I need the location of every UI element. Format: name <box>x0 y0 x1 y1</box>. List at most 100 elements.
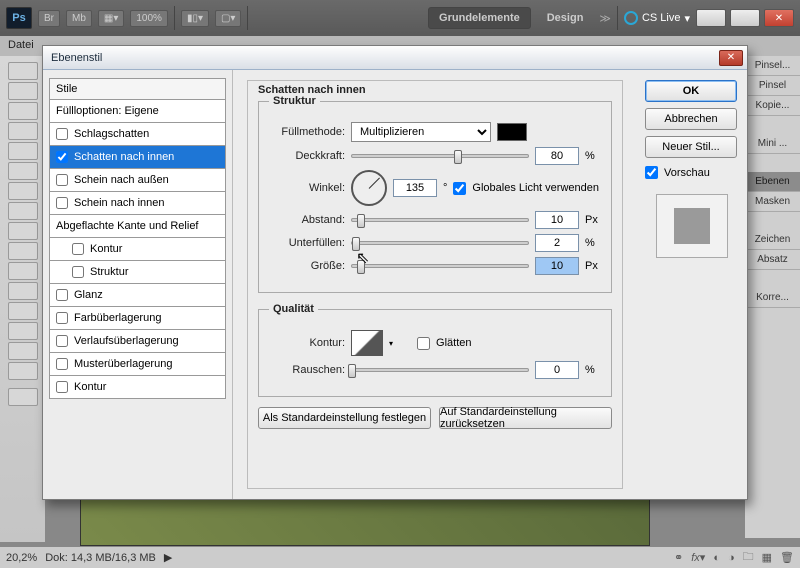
menu-datei[interactable]: Datei <box>8 39 34 51</box>
new-style-button[interactable]: Neuer Stil... <box>645 136 737 158</box>
style-outer-glow[interactable]: Schein nach außen <box>49 169 226 192</box>
panel-layers[interactable]: Ebenen <box>745 172 800 192</box>
cancel-button[interactable]: Abbrechen <box>645 108 737 130</box>
distance-slider[interactable] <box>351 218 529 222</box>
fx-icon[interactable]: fx▾ <box>691 551 705 564</box>
angle-wheel[interactable] <box>351 170 387 206</box>
contour-picker[interactable] <box>351 330 383 356</box>
panel-character[interactable]: Zeichen <box>745 230 800 250</box>
style-drop-shadow[interactable]: Schlagschatten <box>49 123 226 146</box>
panel-adjustments[interactable]: Korre... <box>745 288 800 308</box>
eyedropper-tool[interactable] <box>8 162 38 180</box>
wand-tool[interactable] <box>8 122 38 140</box>
pen-tool[interactable] <box>8 342 38 360</box>
style-color-overlay[interactable]: Farbüberlagerung <box>49 307 226 330</box>
ok-button[interactable]: OK <box>645 80 737 102</box>
checkbox[interactable] <box>72 243 84 255</box>
style-gradient-overlay[interactable]: Verlaufsüberlagerung <box>49 330 226 353</box>
marquee-tool[interactable] <box>8 82 38 100</box>
dodge-tool[interactable] <box>8 322 38 340</box>
checkbox[interactable] <box>56 358 68 370</box>
foreground-background[interactable] <box>8 388 38 406</box>
style-blend-options[interactable]: Füllloptionen: Eigene <box>49 100 226 123</box>
zoom-level[interactable]: 100% <box>130 10 168 27</box>
checkbox[interactable] <box>56 174 68 186</box>
style-inner-glow[interactable]: Schein nach innen <box>49 192 226 215</box>
checkbox[interactable] <box>56 335 68 347</box>
lasso-tool[interactable] <box>8 102 38 120</box>
screen-mode-icon[interactable]: ▢▾ <box>215 10 241 27</box>
styles-header[interactable]: Stile <box>49 78 226 100</box>
canvas[interactable] <box>80 494 650 546</box>
angle-value[interactable] <box>393 179 437 197</box>
checkbox[interactable] <box>56 197 68 209</box>
healing-tool[interactable] <box>8 182 38 200</box>
newlayer-icon[interactable]: ▦ <box>762 551 772 564</box>
opacity-value[interactable] <box>535 147 579 165</box>
eraser-tool[interactable] <box>8 262 38 280</box>
panel-clone[interactable]: Kopie... <box>745 96 800 116</box>
checkbox[interactable] <box>72 266 84 278</box>
history-tool[interactable] <box>8 242 38 260</box>
minimize-button[interactable]: — <box>696 9 726 27</box>
mb-button[interactable]: Mb <box>66 10 92 27</box>
folder-icon[interactable]: 🗀 <box>743 548 754 567</box>
workspace-design[interactable]: Design <box>537 8 594 28</box>
move-tool[interactable] <box>8 62 38 80</box>
preview-checkbox[interactable] <box>645 166 658 179</box>
maximize-button[interactable]: ▭ <box>730 9 760 27</box>
crop-tool[interactable] <box>8 142 38 160</box>
checkbox[interactable] <box>56 128 68 140</box>
gradient-tool[interactable] <box>8 282 38 300</box>
panel-brushpresets[interactable]: Pinsel... <box>745 56 800 76</box>
style-texture-sub[interactable]: Struktur <box>49 261 226 284</box>
noise-value[interactable] <box>535 361 579 379</box>
status-zoom[interactable]: 20,2% <box>6 552 37 564</box>
antialias-checkbox[interactable] <box>417 337 430 350</box>
size-value[interactable] <box>535 257 579 275</box>
choke-slider[interactable] <box>351 241 529 245</box>
style-pattern-overlay[interactable]: Musterüberlagerung <box>49 353 226 376</box>
style-inner-shadow[interactable]: Schatten nach innen <box>49 146 226 169</box>
cslive-button[interactable]: CS Live ▾ <box>624 11 690 25</box>
checkbox[interactable] <box>56 151 68 163</box>
global-light-checkbox[interactable] <box>453 182 466 195</box>
color-swatch[interactable] <box>497 123 527 141</box>
make-default-button[interactable]: Als Standardeinstellung festlegen <box>258 407 431 429</box>
checkbox[interactable] <box>56 312 68 324</box>
style-satin[interactable]: Glanz <box>49 284 226 307</box>
dialog-close-button[interactable]: ✕ <box>719 50 743 66</box>
choke-value[interactable] <box>535 234 579 252</box>
style-stroke[interactable]: Kontur <box>49 376 226 399</box>
distance-value[interactable] <box>535 211 579 229</box>
mask-icon[interactable]: ◐ <box>713 552 720 564</box>
panel-mini[interactable]: Mini ... <box>745 134 800 154</box>
frame-icon[interactable]: ▦▾ <box>98 10 124 27</box>
stamp-tool[interactable] <box>8 222 38 240</box>
panel-brush[interactable]: Pinsel <box>745 76 800 96</box>
size-slider[interactable] <box>351 264 529 268</box>
style-contour-sub[interactable]: Kontur <box>49 238 226 261</box>
fillmode-select[interactable]: Multiplizieren <box>351 122 491 142</box>
view-mode-icon[interactable]: ▮▯▾ <box>181 10 209 27</box>
dialog-titlebar[interactable]: Ebenenstil ✕ <box>43 46 747 70</box>
link-icon[interactable]: ⚭ <box>674 551 683 564</box>
type-tool[interactable] <box>8 362 38 380</box>
brush-tool[interactable] <box>8 202 38 220</box>
checkbox[interactable] <box>56 381 68 393</box>
more-workspaces[interactable]: ≫ <box>599 12 611 25</box>
br-button[interactable]: Br <box>38 10 60 27</box>
reset-default-button[interactable]: Auf Standardeinstellung zurücksetzen <box>439 407 612 429</box>
workspace-grundelemente[interactable]: Grundelemente <box>428 7 531 29</box>
style-bevel[interactable]: Abgeflachte Kante und Relief <box>49 215 226 238</box>
adjlayer-icon[interactable]: ◑ <box>728 552 735 564</box>
panel-masks[interactable]: Masken <box>745 192 800 212</box>
noise-slider[interactable] <box>351 368 529 372</box>
opacity-slider[interactable] <box>351 154 529 158</box>
checkbox[interactable] <box>56 289 68 301</box>
panel-paragraph[interactable]: Absatz <box>745 250 800 270</box>
blur-tool[interactable] <box>8 302 38 320</box>
quality-group: Qualität Kontur: ▾ Glätten Rauschen: % <box>258 303 612 397</box>
trash-icon[interactable]: 🗑 <box>780 551 794 564</box>
close-button[interactable]: ✕ <box>764 9 794 27</box>
